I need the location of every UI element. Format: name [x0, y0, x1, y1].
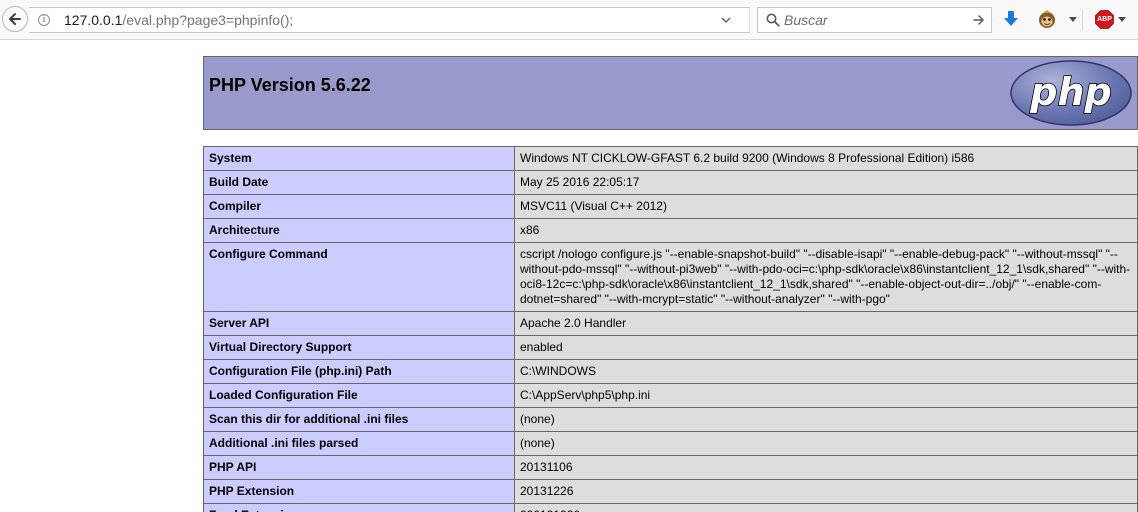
url-text[interactable]: 127.0.0.1/eval.php?page3=phpinfo();	[64, 12, 293, 28]
back-arrow-icon	[9, 13, 21, 25]
search-go-arrow-icon[interactable]	[973, 14, 985, 26]
table-row: Server API Apache 2.0 Handler	[203, 311, 1138, 336]
row-label: PHP Extension	[203, 479, 515, 504]
row-value: cscript /nologo configure.js "--enable-s…	[514, 242, 1138, 312]
greasemonkey-menu-dropdown-icon[interactable]	[1069, 17, 1077, 23]
browser-toolbar: i 127.0.0.1/eval.php?page3=phpinfo(); Bu…	[0, 0, 1138, 40]
table-row: Configure Command cscript /nologo configu…	[203, 242, 1138, 312]
url-host: 127.0.0.1	[64, 12, 123, 28]
row-value: Windows NT CICKLOW-GFAST 6.2 build 9200 …	[514, 146, 1138, 171]
site-info-icon[interactable]: i	[38, 14, 50, 26]
table-row: Zend Extension220131226	[203, 503, 1138, 512]
row-label: Build Date	[203, 170, 515, 195]
downloads-icon[interactable]	[1003, 10, 1019, 28]
php-logo-icon[interactable]: php	[1009, 59, 1133, 127]
search-bar[interactable]	[757, 7, 992, 33]
table-row: System Windows NT CICKLOW-GFAST 6.2 build…	[203, 146, 1138, 171]
search-input[interactable]	[784, 11, 964, 29]
row-value: (none)	[514, 431, 1138, 456]
table-row: PHP Extension 20131226	[203, 479, 1138, 504]
row-label: Compiler	[203, 194, 515, 219]
row-value: 20131106	[514, 455, 1138, 480]
address-bar[interactable]: i 127.0.0.1/eval.php?page3=phpinfo();	[29, 7, 770, 33]
phpinfo-table: System Windows NT CICKLOW-GFAST 6.2 build…	[203, 146, 1138, 512]
table-row: PHP API 20131106	[203, 455, 1138, 480]
table-row: Configuration File (php.ini) Path C:\WIND…	[203, 359, 1138, 384]
row-label: Architecture	[203, 218, 515, 243]
table-row: Build Date May 25 2016 22:05:17	[203, 170, 1138, 195]
row-value: MSVC11 (Visual C++ 2012)	[514, 194, 1138, 219]
page-title: PHP Version 5.6.22	[209, 75, 371, 95]
row-value: Apache 2.0 Handler	[514, 311, 1138, 336]
adblock-menu-dropdown-icon[interactable]	[1118, 17, 1126, 23]
row-value: 220131226	[514, 503, 1138, 512]
row-label: Additional .ini files parsed	[203, 431, 515, 456]
row-label: System	[203, 146, 515, 171]
row-label: Virtual Directory Support	[203, 335, 515, 360]
row-label: Configuration File (php.ini) Path	[203, 359, 515, 384]
row-label: Zend Extension	[203, 503, 515, 512]
toolbar-separator	[1082, 9, 1083, 31]
row-value: x86	[514, 218, 1138, 243]
back-button[interactable]	[2, 6, 28, 32]
php-logo-text: php	[1029, 70, 1111, 114]
row-value: C:\WINDOWS	[514, 359, 1138, 384]
row-label: Server API	[203, 311, 515, 336]
table-row: Compiler MSVC11 (Visual C++ 2012)	[203, 194, 1138, 219]
table-row: Architecture x86	[203, 218, 1138, 243]
adblock-plus-button[interactable]: ABP	[1095, 10, 1114, 29]
row-label: Loaded Configuration File	[203, 383, 515, 408]
url-path: /eval.php?page3=phpinfo();	[122, 12, 294, 28]
row-label: PHP API	[203, 455, 515, 480]
row-value: C:\AppServ\php5\php.ini	[514, 383, 1138, 408]
row-value: (none)	[514, 407, 1138, 432]
table-row: Additional .ini files parsed (none)	[203, 431, 1138, 456]
row-value: 20131226	[514, 479, 1138, 504]
search-icon	[766, 13, 780, 27]
php-version-header: PHP Version 5.6.22 php	[203, 56, 1138, 130]
page-content: PHP Version 5.6.22 php System Windows NT …	[0, 40, 1138, 512]
table-row: Loaded Configuration File C:\AppServ\php5…	[203, 383, 1138, 408]
url-history-dropdown-icon[interactable]	[721, 16, 731, 24]
row-label: Scan this dir for additional .ini files	[203, 407, 515, 432]
row-value: enabled	[514, 335, 1138, 360]
greasemonkey-icon[interactable]	[1037, 9, 1057, 29]
adblock-plus-label: ABP	[1097, 16, 1112, 23]
row-label: Configure Command	[203, 242, 515, 312]
table-row: Scan this dir for additional .ini files(…	[203, 407, 1138, 432]
row-value: May 25 2016 22:05:17	[514, 170, 1138, 195]
table-row: Virtual Directory Support enabled	[203, 335, 1138, 360]
